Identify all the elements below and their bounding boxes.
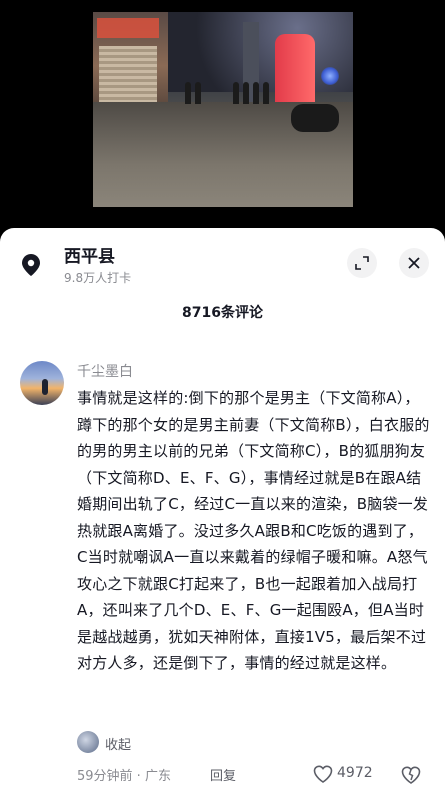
comment-text: 事情就是这样的:倒下的那个是男主（下文简称A），蹲下的那个女的是男主前妻（下文简… — [77, 389, 430, 672]
video-area[interactable] — [0, 0, 445, 228]
collapse-button[interactable]: 收起 — [105, 734, 131, 753]
video-police-light — [321, 67, 339, 85]
comment-meta: 59分钟前 · 广东 回复 4972 — [77, 765, 431, 785]
video-person — [243, 82, 249, 104]
location-checkins: 9.8万人打卡 — [64, 271, 132, 285]
like-count: 4972 — [337, 765, 373, 781]
close-button[interactable] — [399, 248, 429, 278]
video-motorbike — [291, 104, 339, 132]
video-shutter — [99, 46, 157, 106]
map-pin-icon — [22, 254, 40, 276]
reply-avatar[interactable] — [77, 731, 99, 753]
video-person — [253, 82, 259, 104]
avatar-figure — [42, 379, 48, 395]
avatar[interactable] — [20, 361, 64, 405]
comment-time: 59分钟前 · 广东 — [77, 769, 171, 784]
video-person — [195, 82, 201, 104]
reply-button[interactable]: 回复 — [210, 765, 236, 784]
expand-icon — [355, 256, 369, 270]
heart-icon[interactable] — [313, 765, 333, 783]
video-person — [233, 82, 239, 104]
comments-panel: 西平县 9.8万人打卡 8716条评论 千尘墨白 事情就是这样的:倒下的那个是男… — [0, 228, 445, 800]
video-person — [185, 82, 191, 104]
location-header[interactable]: 西平县 9.8万人打卡 — [0, 228, 445, 290]
expand-button[interactable] — [347, 248, 377, 278]
video-thumbnail[interactable] — [93, 12, 353, 207]
comment-count: 8716条评论 — [182, 305, 263, 321]
video-shop-sign — [97, 18, 159, 38]
location-name[interactable]: 西平县 — [64, 242, 115, 267]
video-person — [263, 82, 269, 104]
close-icon — [408, 257, 420, 269]
comment-username[interactable]: 千尘墨白 — [77, 361, 133, 381]
broken-heart-icon[interactable] — [401, 765, 421, 785]
video-red-structure — [275, 34, 315, 104]
